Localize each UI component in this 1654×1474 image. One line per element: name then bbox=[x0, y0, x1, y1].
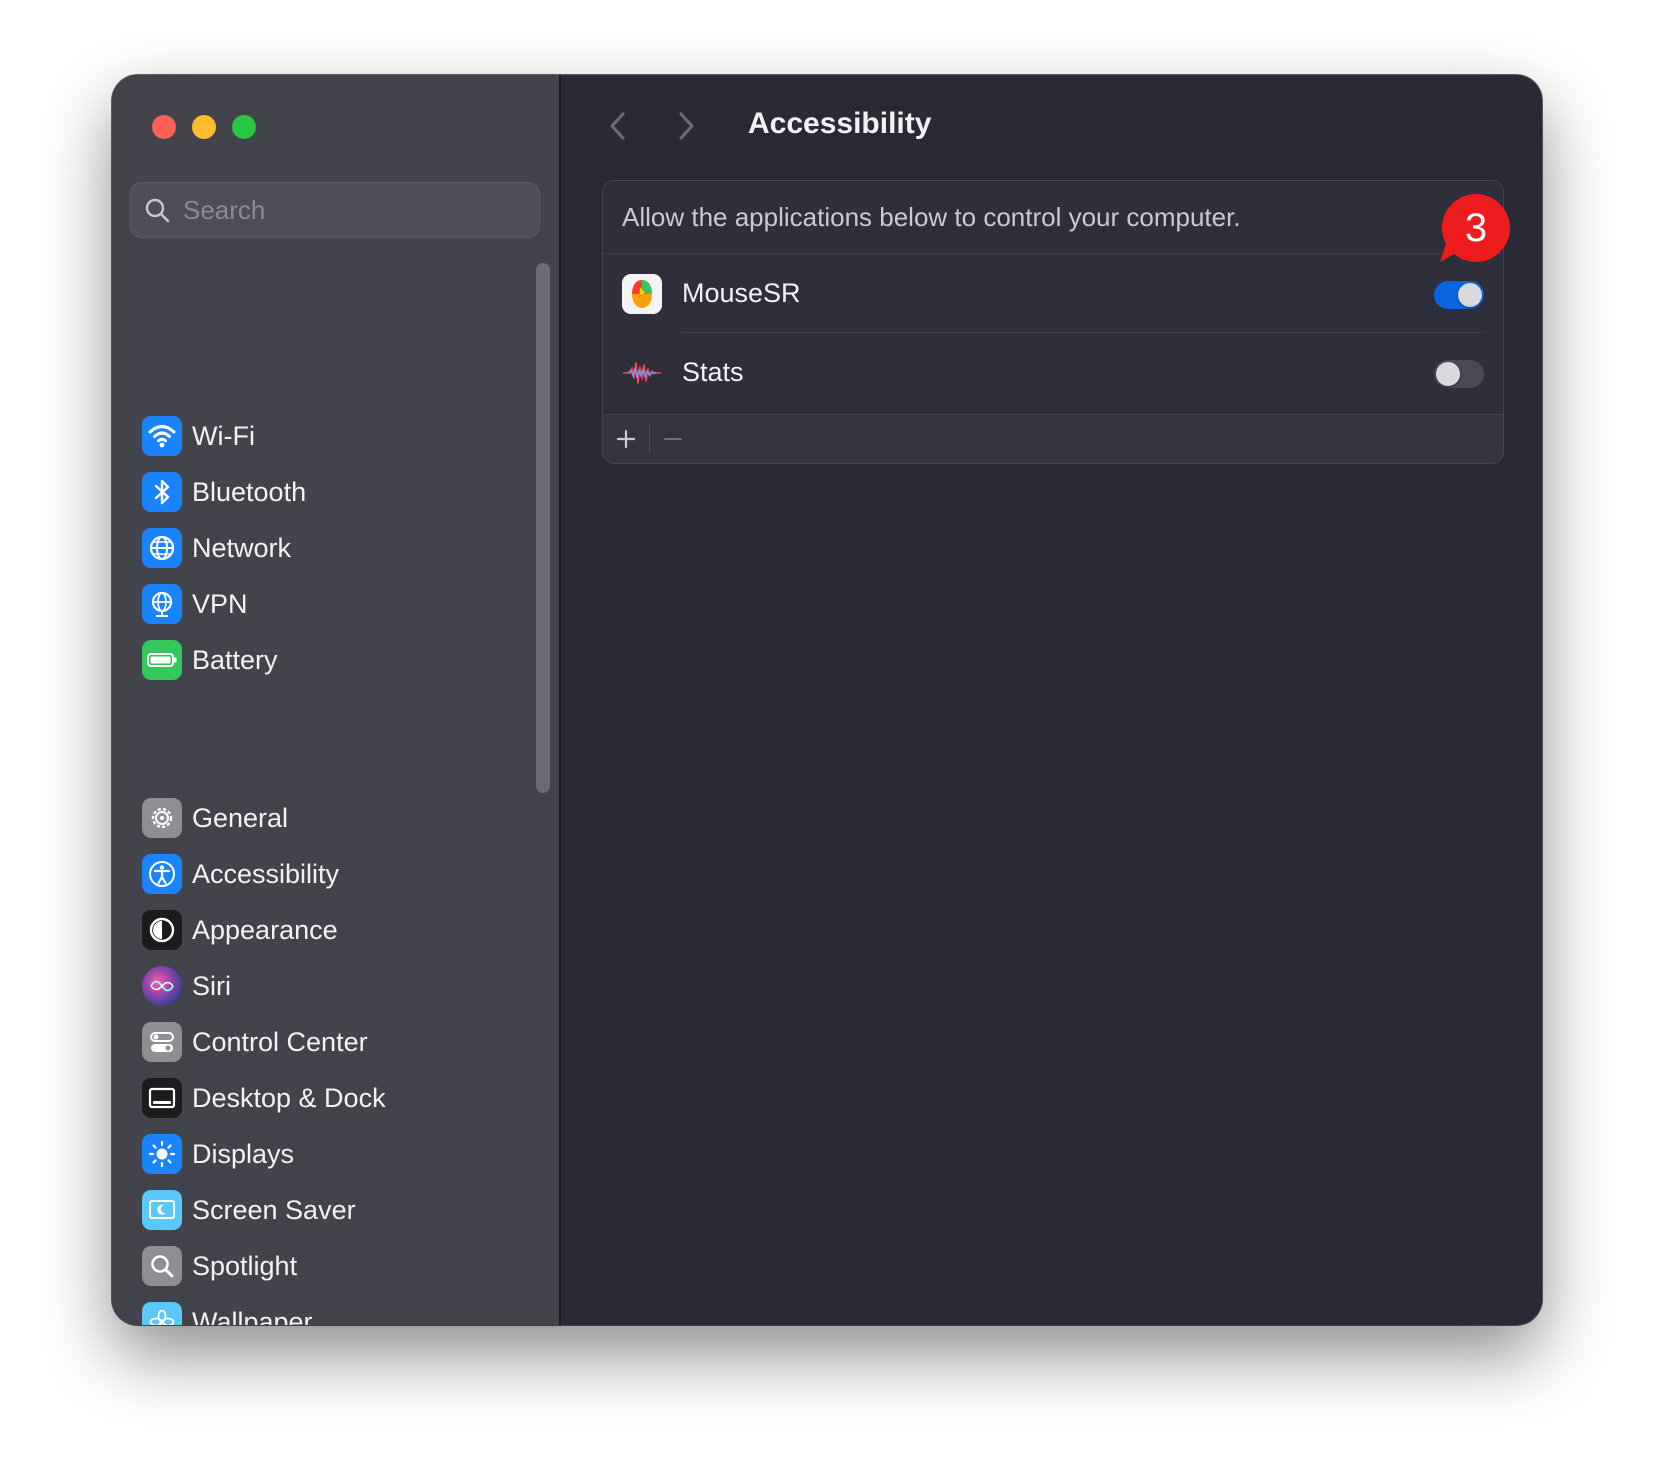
search-icon bbox=[145, 198, 170, 223]
sidebar-item-vpn[interactable]: VPN bbox=[142, 576, 306, 632]
sidebar-item-appearance[interactable]: Appearance bbox=[142, 902, 386, 958]
sidebar-item-spotlight[interactable]: Spotlight bbox=[142, 1238, 386, 1294]
siri-icon bbox=[142, 966, 182, 1006]
sidebar-item-label: Siri bbox=[192, 970, 231, 1001]
sidebar-item-wifi[interactable]: Wi-Fi bbox=[142, 408, 306, 464]
sidebar-item-desktop-dock[interactable]: Desktop & Dock bbox=[142, 1070, 386, 1126]
spotlight-icon bbox=[142, 1246, 182, 1286]
sidebar-item-wallpaper[interactable]: Wallpaper bbox=[142, 1294, 386, 1325]
stats-app-icon bbox=[622, 352, 662, 393]
close-button[interactable] bbox=[152, 115, 176, 139]
panel-footer bbox=[603, 414, 1503, 463]
panel-description: Allow the applications below to control … bbox=[603, 181, 1503, 254]
app-row-stats: Stats bbox=[603, 333, 1503, 412]
search-input[interactable] bbox=[181, 193, 505, 227]
globe-icon bbox=[142, 528, 182, 568]
sidebar-item-network[interactable]: Network bbox=[142, 520, 306, 576]
back-chevron-icon[interactable] bbox=[606, 108, 630, 144]
annotation-badge: 3 bbox=[1440, 192, 1512, 264]
toggle-knob bbox=[1458, 282, 1482, 307]
screen-saver-icon bbox=[142, 1190, 182, 1230]
minus-icon bbox=[664, 438, 682, 440]
app-row-mousesr: MouseSR bbox=[603, 254, 1503, 333]
sidebar-scrollbar[interactable] bbox=[536, 263, 550, 793]
stats-toggle[interactable] bbox=[1434, 359, 1484, 388]
control-center-icon bbox=[142, 1022, 182, 1062]
accessibility-icon bbox=[142, 854, 182, 894]
system-settings-window: Wi-Fi Bluetooth bbox=[112, 75, 1542, 1325]
bluetooth-icon bbox=[142, 472, 182, 512]
sidebar-item-displays[interactable]: Displays bbox=[142, 1126, 386, 1182]
sidebar-item-label: Accessibility bbox=[192, 858, 340, 889]
sidebar-item-screen-saver[interactable]: Screen Saver bbox=[142, 1182, 386, 1238]
sidebar-item-label: Wi-Fi bbox=[192, 420, 255, 451]
sidebar-item-label: General bbox=[192, 802, 289, 833]
sidebar-item-label: Wallpaper bbox=[192, 1306, 313, 1326]
mousesr-toggle[interactable] bbox=[1434, 280, 1484, 309]
wallpaper-icon bbox=[142, 1302, 182, 1325]
sidebar-group-system: General Accessibility Appearance Siri Co… bbox=[142, 790, 386, 1325]
sidebar-item-label: VPN bbox=[192, 588, 248, 619]
plus-icon bbox=[616, 429, 636, 449]
toggle-knob bbox=[1436, 361, 1460, 386]
sidebar-item-label: Network bbox=[192, 532, 292, 563]
sidebar-item-label: Spotlight bbox=[192, 1250, 298, 1281]
sidebar-item-label: Desktop & Dock bbox=[192, 1082, 386, 1113]
sidebar-item-label: Appearance bbox=[192, 914, 338, 945]
sidebar-item-label: Displays bbox=[192, 1138, 295, 1169]
add-app-button[interactable] bbox=[603, 415, 649, 463]
sidebar-item-battery[interactable]: Battery bbox=[142, 632, 306, 688]
remove-app-button[interactable] bbox=[650, 415, 696, 463]
traffic-lights bbox=[152, 115, 256, 139]
zoom-button[interactable] bbox=[232, 115, 256, 139]
appearance-icon bbox=[142, 910, 182, 950]
sidebar-item-siri[interactable]: Siri bbox=[142, 958, 386, 1014]
wifi-icon bbox=[142, 416, 182, 456]
app-name: MouseSR bbox=[682, 278, 801, 308]
dock-icon bbox=[142, 1078, 182, 1118]
sidebar-item-label: Bluetooth bbox=[192, 476, 307, 507]
battery-icon bbox=[142, 640, 182, 680]
sidebar-item-label: Screen Saver bbox=[192, 1194, 356, 1225]
forward-chevron-icon[interactable] bbox=[674, 108, 698, 144]
minimize-button[interactable] bbox=[192, 115, 216, 139]
gear-icon bbox=[142, 798, 182, 838]
main-content: Accessibility Allow the applications bel… bbox=[561, 75, 1542, 1325]
sidebar-item-label: Control Center bbox=[192, 1026, 368, 1057]
sidebar-group-network: Wi-Fi Bluetooth Network VPN Battery bbox=[142, 408, 306, 688]
app-name: Stats bbox=[682, 357, 744, 387]
vpn-globe-icon bbox=[142, 584, 182, 624]
search-field[interactable] bbox=[130, 182, 540, 238]
displays-icon bbox=[142, 1134, 182, 1174]
sidebar-item-accessibility[interactable]: Accessibility bbox=[142, 846, 386, 902]
sidebar-item-bluetooth[interactable]: Bluetooth bbox=[142, 464, 306, 520]
page-title: Accessibility bbox=[748, 107, 932, 140]
mousesr-app-icon bbox=[622, 273, 662, 314]
sidebar: Wi-Fi Bluetooth bbox=[112, 75, 561, 1325]
accessibility-apps-panel: Allow the applications below to control … bbox=[602, 180, 1504, 464]
annotation-number: 3 bbox=[1464, 205, 1488, 250]
sidebar-item-general[interactable]: General bbox=[142, 790, 386, 846]
sidebar-item-control-center[interactable]: Control Center bbox=[142, 1014, 386, 1070]
sidebar-item-label: Battery bbox=[192, 644, 278, 675]
